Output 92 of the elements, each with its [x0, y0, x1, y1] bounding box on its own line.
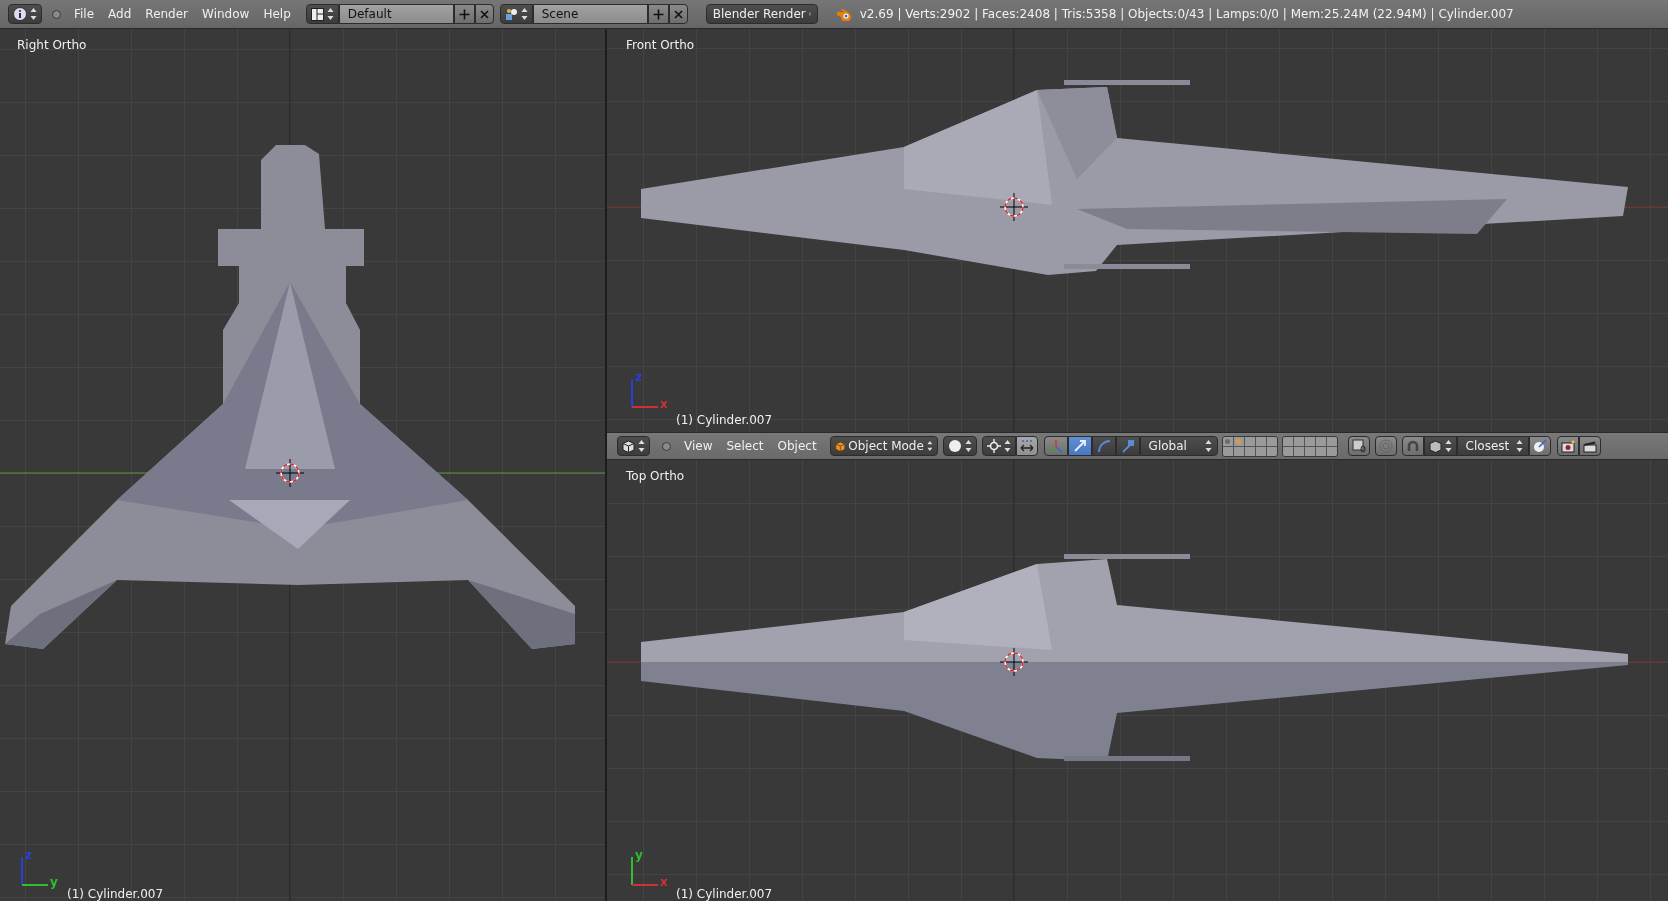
layer-button[interactable]	[1244, 446, 1255, 456]
snap-target-dropdown[interactable]: Closest	[1456, 436, 1529, 456]
transform-orientation-dropdown[interactable]: Global	[1139, 436, 1218, 456]
axis-tripod-icon	[1047, 438, 1064, 454]
menu-item[interactable]: Window	[195, 7, 257, 21]
cube-icon	[834, 439, 846, 453]
3d-cursor-icon	[999, 647, 1029, 677]
crosshair-icon	[986, 439, 1001, 453]
layer-button[interactable]	[1233, 446, 1244, 456]
menu-item[interactable]: Add	[101, 7, 139, 21]
menu-item[interactable]: Render	[138, 7, 196, 21]
viewport-title: Right Ortho	[17, 38, 87, 52]
viewport-shading-dropdown[interactable]	[942, 436, 977, 456]
align-rotation-button[interactable]	[1528, 436, 1551, 456]
axis-label: y	[635, 848, 643, 862]
scene-statistics: v2.69 | Verts:2902 | Faces:2408 | Tris:5358 | Objects:0/43 | Lamps:0/0 | Mem:25.24M (22.94M) | Cylinder.007	[859, 7, 1514, 21]
menu-item[interactable]: View	[677, 439, 720, 453]
add-button[interactable]	[453, 4, 475, 24]
editor-type-button[interactable]	[617, 436, 650, 456]
sphere-icon	[947, 439, 962, 453]
3d-cursor-icon	[275, 458, 305, 488]
scene-icon	[504, 7, 518, 21]
scene-type-button[interactable]	[499, 4, 533, 24]
menu-item[interactable]: Select	[719, 439, 771, 453]
axis-label: z	[635, 370, 642, 384]
layer-button[interactable]	[1315, 446, 1326, 456]
chain-link-icon	[1351, 439, 1366, 453]
layer-button[interactable]	[1326, 436, 1337, 446]
blender-logo-icon	[835, 7, 854, 21]
layer-button[interactable]	[1244, 436, 1255, 446]
active-object-label: (1) Cylinder.007	[676, 887, 773, 901]
layer-button[interactable]	[1293, 446, 1304, 456]
close-icon	[479, 9, 489, 19]
layer-button[interactable]	[1255, 446, 1266, 456]
close-icon	[673, 9, 683, 19]
pivot-point-dropdown[interactable]	[981, 436, 1016, 456]
viewport-title: Front Ortho	[626, 38, 695, 52]
snap-toggle-button[interactable]	[1401, 436, 1424, 456]
cube-icon	[1428, 439, 1442, 453]
axis-tripod-button[interactable]	[1043, 436, 1068, 456]
3d-cursor-icon	[999, 192, 1029, 222]
layout-icon	[310, 7, 324, 21]
render-image-button[interactable]	[1556, 436, 1579, 456]
axis-label: x	[660, 397, 668, 411]
translate-manipulator-button[interactable]	[1067, 436, 1092, 456]
interaction-mode-dropdown[interactable]: Object Mode	[829, 436, 938, 456]
screen-layout-type-button[interactable]	[305, 4, 339, 24]
magnet-icon	[1405, 439, 1420, 453]
layer-button[interactable]	[1304, 436, 1315, 446]
clapperboard-icon	[1582, 439, 1597, 453]
layer-button[interactable]	[1266, 436, 1277, 446]
add-button[interactable]	[647, 4, 669, 24]
menu-item[interactable]: Help	[256, 7, 298, 21]
layer-button[interactable]	[1255, 436, 1266, 446]
collapse-menu-icon[interactable]	[662, 441, 671, 451]
menu-item[interactable]: File	[67, 7, 102, 21]
layer-button[interactable]	[1282, 436, 1293, 446]
arc-icon	[1095, 438, 1112, 454]
layer-button[interactable]	[1222, 446, 1233, 456]
axis-label: y	[50, 875, 58, 889]
collapse-menu-icon[interactable]	[52, 9, 61, 19]
screen-layout-field[interactable]: Default	[338, 4, 454, 24]
layer-button[interactable]	[1293, 436, 1304, 446]
layer-button[interactable]	[1304, 446, 1315, 456]
lock-layers-button[interactable]	[1347, 436, 1370, 456]
layer-button[interactable]	[1266, 446, 1277, 456]
render-animation-button[interactable]	[1578, 436, 1601, 456]
transform-arrows-icon	[1018, 439, 1035, 453]
scene-field[interactable]: Scene	[532, 4, 648, 24]
plus-icon	[458, 8, 470, 20]
cube-icon	[622, 439, 635, 453]
plus-icon	[652, 8, 664, 20]
layer-button[interactable]	[1282, 446, 1293, 456]
sphere-pin-icon	[1532, 439, 1547, 453]
active-object-label: (1) Cylinder.007	[676, 413, 773, 427]
layer-button[interactable]	[1315, 436, 1326, 446]
active-object-label: (1) Cylinder.007	[67, 887, 164, 901]
menu-item[interactable]: Object	[770, 439, 824, 453]
axis-label: x	[660, 875, 668, 889]
scale-manipulator-button[interactable]	[1115, 436, 1140, 456]
editor-type-button[interactable]	[8, 4, 42, 24]
render-engine-dropdown[interactable]: Blender Render	[705, 4, 818, 24]
concentric-circles-icon	[1378, 439, 1393, 453]
viewport-title: Top Ortho	[626, 469, 685, 483]
snap-element-dropdown[interactable]	[1423, 436, 1457, 456]
rotate-manipulator-button[interactable]	[1091, 436, 1116, 456]
layer-button[interactable]	[1326, 446, 1337, 456]
proportional-editing-button[interactable]	[1374, 436, 1397, 456]
manipulator-toggle-button[interactable]	[1015, 436, 1038, 456]
info-icon	[13, 7, 27, 21]
camera-icon	[1560, 439, 1575, 453]
axis-label: z	[25, 848, 32, 862]
